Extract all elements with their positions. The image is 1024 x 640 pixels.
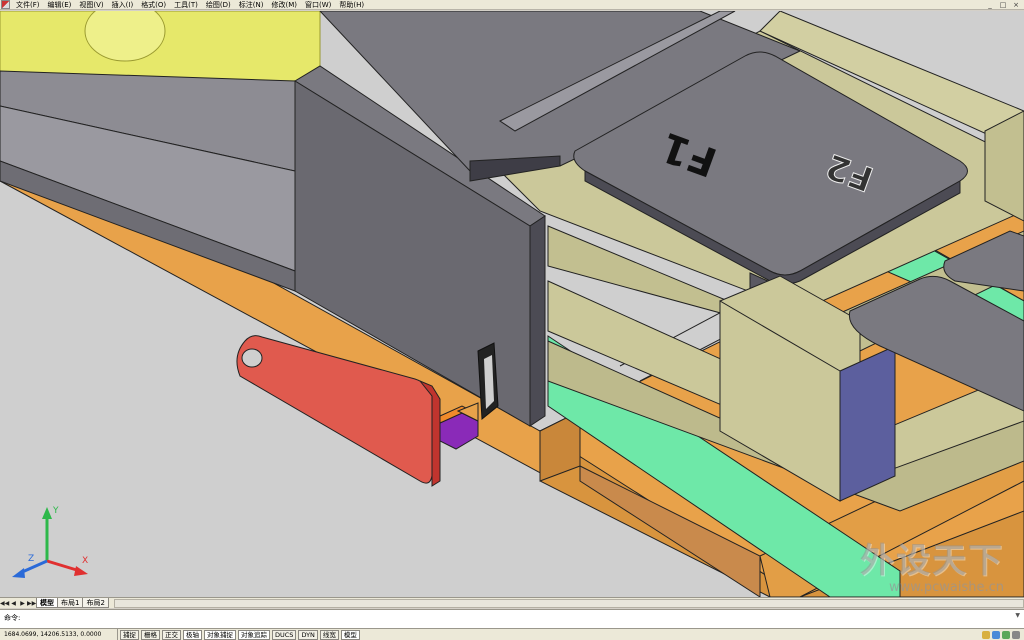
menu-draw[interactable]: 绘图(D) <box>202 0 235 10</box>
toggle-polar[interactable]: 极轴 <box>183 629 202 640</box>
horizontal-scrollbar[interactable] <box>113 598 1024 608</box>
toggle-snap[interactable]: 捕捉 <box>120 629 139 640</box>
drawing-viewport[interactable]: F1 F2 Y X Z 外设天下 www.pcwaishe.cn <box>0 11 1024 597</box>
menu-format[interactable]: 格式(O) <box>137 0 170 10</box>
menu-file[interactable]: 文件(F) <box>12 0 44 10</box>
toggle-dyn[interactable]: DYN <box>298 629 318 640</box>
menu-insert[interactable]: 插入(I) <box>108 0 138 10</box>
3d-model-render: F1 F2 <box>0 11 1024 597</box>
menu-bar: 文件(F) 编辑(E) 视图(V) 插入(I) 格式(O) 工具(T) 绘图(D… <box>0 0 1024 10</box>
blue-switch-side <box>839 345 896 502</box>
ucs-axis-icon: Y X Z <box>12 506 88 578</box>
right-block <box>984 110 1024 222</box>
toggle-grid[interactable]: 栅格 <box>141 629 160 640</box>
menu-edit[interactable]: 编辑(E) <box>44 0 76 10</box>
menu-view[interactable]: 视图(V) <box>75 0 107 10</box>
coordinate-readout[interactable]: 1684.0699, 14206.5133, 0.0000 <box>0 629 118 640</box>
gray-vertical-wall-side <box>529 215 546 427</box>
toggle-osnap[interactable]: 对象捕捉 <box>204 629 236 640</box>
toggle-model[interactable]: 模型 <box>340 629 360 640</box>
document-window-controls: _ □ × <box>985 1 1024 9</box>
toggle-otrack[interactable]: 对象追踪 <box>238 629 270 640</box>
tray-settings-icon[interactable] <box>1002 630 1010 639</box>
menu-tools[interactable]: 工具(T) <box>170 0 202 10</box>
tab-nav-first[interactable]: ◀◀ <box>0 599 9 608</box>
clean-screen-icon[interactable] <box>1012 630 1020 639</box>
ucs-z-label: Z <box>28 554 34 564</box>
layout-tabs-bar: ◀◀ ◀ ▶ ▶▶ 模型 布局1 布局2 <box>0 597 1024 608</box>
comm-center-icon[interactable] <box>992 630 1000 639</box>
toggle-ducs[interactable]: DUCS <box>272 629 297 640</box>
ucs-y-label: Y <box>52 506 59 516</box>
status-bar: 1684.0699, 14206.5133, 0.0000 捕捉 栅格 正交 极… <box>0 629 1024 640</box>
menu-window[interactable]: 窗口(W) <box>301 0 335 10</box>
tab-layout2[interactable]: 布局2 <box>82 598 109 608</box>
tab-nav-next[interactable]: ▶ <box>18 599 27 608</box>
ucs-x-label: X <box>82 556 88 566</box>
autocad-app-icon[interactable] <box>1 0 10 9</box>
menu-dimension[interactable]: 标注(N) <box>235 0 268 10</box>
menu-modify[interactable]: 修改(M) <box>267 0 301 10</box>
command-line[interactable]: 命令: ▼ <box>0 609 1024 629</box>
command-scroll-icon[interactable]: ▼ <box>1015 612 1020 619</box>
restore-button[interactable]: □ <box>998 1 1008 9</box>
command-prompt: 命令: <box>4 614 21 622</box>
status-tray <box>982 630 1024 639</box>
toggle-ortho[interactable]: 正交 <box>162 629 181 640</box>
tab-layout1[interactable]: 布局1 <box>57 598 84 608</box>
tab-nav-prev[interactable]: ◀ <box>9 599 18 608</box>
toggle-lineweight[interactable]: 线宽 <box>319 629 339 640</box>
lock-icon[interactable] <box>982 630 990 639</box>
tab-model[interactable]: 模型 <box>36 598 58 608</box>
lever-hole <box>241 348 263 368</box>
minimize-button[interactable]: _ <box>985 1 995 9</box>
menu-help[interactable]: 帮助(H) <box>335 0 368 10</box>
tab-nav-last[interactable]: ▶▶ <box>27 599 36 608</box>
close-button[interactable]: × <box>1011 1 1021 9</box>
